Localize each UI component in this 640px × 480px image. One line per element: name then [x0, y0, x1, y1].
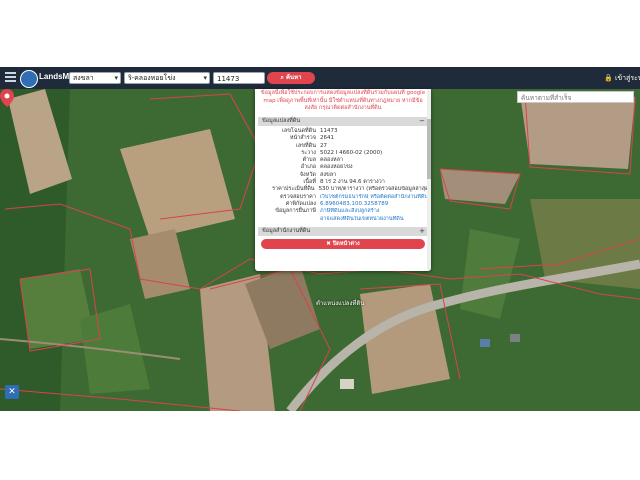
info-value: คลองหอยโข่ง	[320, 164, 353, 171]
menu-icon[interactable]	[5, 72, 16, 84]
info-label: เลขที่ดิน	[296, 142, 316, 149]
info-value: 27	[320, 142, 327, 149]
land-office-section-header[interactable]: ข้อมูลสำนักงานที่ดิน +	[258, 226, 428, 236]
info-row: อาจแสดงที่ดินในเขตหน่วยงานที่ดิน	[258, 216, 428, 223]
parcel-info-table: เลขโฉนดที่ดิน 11473 หน้าสำรวจ 2641 เลขที่ด…	[258, 128, 428, 223]
chevron-down-icon: ▾	[203, 75, 207, 82]
top-navbar: LandsMaps สงขลา ▾ ริ-คลองหอยโข่ง ▾ 11473…	[0, 67, 640, 89]
info-row: อำเภอ คลองหอยโข่ง	[258, 164, 428, 171]
land-office-link[interactable]: อาจแสดงที่ดินในเขตหน่วยงานที่ดิน	[320, 216, 404, 223]
district-select[interactable]: ริ-คลองหอยโข่ง ▾	[124, 72, 210, 84]
info-value: คลองหลา	[320, 157, 344, 164]
info-value: 8 ไร่ 2 งาน 94.6 ตารางวา	[320, 179, 385, 186]
search-button-label: ค้นหา	[286, 74, 302, 81]
lock-icon: 🔒	[604, 74, 613, 82]
info-label: อำเภอ	[300, 164, 316, 171]
district-select-value: ริ-คลองหอยโข่ง	[128, 75, 176, 82]
info-value: 530 บาท/ตารางวา (หรือตรวจสอบข้อมูลล่าสุด…	[318, 186, 428, 193]
collapse-icon[interactable]: −	[419, 117, 425, 126]
info-row: ตรวจสอบราคา เว็บไซต์กรมธนารักษ์ หรือติดต่…	[258, 194, 428, 201]
popup-scrollbar[interactable]	[427, 89, 431, 271]
info-row: จังหวัด สงขลา	[258, 172, 428, 179]
info-row: ข้อมูลการยื่นภาษี ภาษีที่ดินและสิ่งปลูกสร…	[258, 208, 428, 215]
top-blank-area	[0, 0, 640, 67]
info-value: 11473	[320, 128, 338, 134]
info-value: สงขลา	[320, 171, 337, 178]
info-label-empty	[258, 216, 320, 223]
parcel-info-popup: ข้อมูลนี้เพื่อใช้ประกอบการแสดงข้อมูลแปลง…	[255, 89, 431, 271]
coordinates-link[interactable]: 6.8960483,100.3258789	[320, 201, 388, 208]
info-label: ตรวจสอบราคา	[280, 193, 316, 200]
province-select[interactable]: สงขลา ▾	[69, 72, 121, 84]
info-row: ตำบล คลองหลา	[258, 157, 428, 164]
info-row: ราคาประเมินที่ดิน 530 บาท/ตารางวา (หรือตร…	[258, 186, 428, 193]
search-button[interactable]: ⌕ ค้นหา	[267, 72, 315, 84]
price-check-link[interactable]: เว็บไซต์กรมธนารักษ์ หรือติดต่อสำนักงานที…	[320, 194, 428, 201]
settings-tool-icon[interactable]: ✕	[5, 385, 19, 399]
map-place-search-input[interactable]: ค้นหาตามที่สำเร็จ	[517, 91, 634, 103]
location-marker-icon[interactable]	[0, 89, 14, 107]
info-row: เลขโฉนดที่ดิน 11473	[258, 128, 428, 135]
info-value: 5022 I 4660-02 (2000)	[320, 149, 383, 156]
land-office-section-title: ข้อมูลสำนักงานที่ดิน	[262, 227, 311, 234]
info-row: ระวาง 5022 I 4660-02 (2000)	[258, 150, 428, 157]
landsmaps-logo	[20, 70, 38, 88]
close-window-button[interactable]: ✖ ปิดหน้าต่าง	[261, 238, 425, 249]
province-select-value: สงขลา	[73, 75, 94, 82]
parcel-number-input[interactable]: 11473	[213, 72, 265, 84]
info-row: หน้าสำรวจ 2641	[258, 135, 428, 142]
chevron-down-icon: ▾	[114, 75, 118, 82]
search-icon: ⌕	[280, 74, 284, 81]
tax-info-link[interactable]: ภาษีที่ดินและสิ่งปลูกสร้าง	[320, 208, 380, 215]
marker-label: ตำแหน่งแปลงที่ดิน	[316, 300, 365, 307]
info-label: ราคาประเมินที่ดิน	[272, 186, 315, 193]
close-window-label: ปิดหน้าต่าง	[332, 240, 360, 247]
close-icon: ✖	[326, 240, 331, 247]
bottom-blank-area	[0, 411, 640, 480]
info-row: เลขที่ดิน 27	[258, 143, 428, 150]
expand-icon[interactable]: +	[419, 227, 425, 236]
parcel-info-section-header[interactable]: ข้อมูลแปลงที่ดิน −	[258, 117, 428, 126]
disclaimer-notice: ข้อมูลนี้เพื่อใช้ประกอบการแสดงข้อมูลแปลง…	[260, 90, 426, 111]
info-label: จังหวัด	[299, 171, 316, 178]
parcel-info-section-title: ข้อมูลแปลงที่ดิน	[262, 118, 301, 124]
info-label: ข้อมูลการยื่นภาษี	[275, 208, 316, 215]
login-link[interactable]: 🔒 เข้าสู่ระบบ/ส	[604, 73, 640, 84]
login-label: เข้าสู่ระบบ/ส	[614, 74, 640, 82]
info-value: 2641	[320, 135, 334, 142]
info-label: หน้าสำรวจ	[289, 135, 316, 142]
